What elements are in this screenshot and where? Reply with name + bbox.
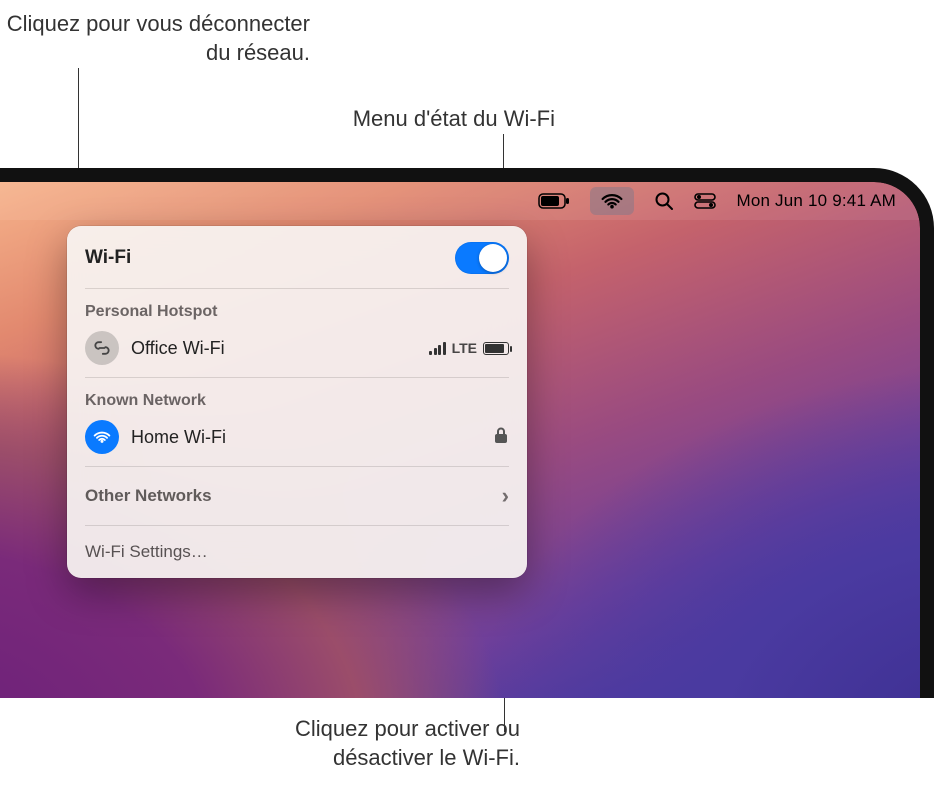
hotspot-icon	[85, 331, 119, 365]
wifi-title: Wi-Fi	[85, 247, 131, 269]
personal-hotspot-label: Personal Hotspot	[67, 293, 527, 323]
battery-icon[interactable]	[538, 187, 570, 215]
wifi-toggle-knob	[479, 244, 507, 272]
callout-wifi-toggle: Cliquez pour activer ou désactiver le Wi…	[240, 715, 520, 772]
other-networks-label: Other Networks	[85, 486, 212, 506]
spotlight-search-icon[interactable]	[654, 187, 674, 215]
menubar-datetime[interactable]: Mon Jun 10 9:41 AM	[736, 191, 896, 211]
divider	[85, 377, 509, 378]
lock-icon	[493, 426, 509, 449]
hotspot-battery-icon	[483, 342, 509, 355]
hotspot-status: LTE	[429, 340, 509, 356]
wifi-toggle[interactable]	[455, 242, 509, 274]
cellular-signal-icon	[429, 341, 446, 355]
callout-wifi-status-menu: Menu d'état du Wi-Fi	[310, 105, 555, 134]
device-frame: Mon Jun 10 9:41 AM Wi-Fi Personal Hotspo…	[0, 168, 934, 698]
menubar: Mon Jun 10 9:41 AM	[0, 182, 920, 220]
divider	[85, 466, 509, 467]
hotspot-row[interactable]: Office Wi-Fi LTE	[67, 323, 527, 373]
callout-disconnect: Cliquez pour vous déconnecter du réseau.	[5, 10, 310, 67]
wifi-status-icon[interactable]	[590, 187, 634, 215]
other-networks-row[interactable]: Other Networks ›	[67, 471, 527, 521]
wifi-connected-icon	[85, 420, 119, 454]
desktop-wallpaper: Mon Jun 10 9:41 AM Wi-Fi Personal Hotspo…	[0, 182, 920, 698]
carrier-label: LTE	[452, 340, 477, 356]
hotspot-name: Office Wi-Fi	[131, 338, 417, 359]
wifi-header-row: Wi-Fi	[67, 232, 527, 284]
known-network-label: Known Network	[67, 382, 527, 412]
divider	[85, 525, 509, 526]
known-network-name: Home Wi-Fi	[131, 427, 481, 448]
known-network-row[interactable]: Home Wi-Fi	[67, 412, 527, 462]
wifi-settings-row[interactable]: Wi-Fi Settings…	[67, 530, 527, 572]
wifi-menu-panel: Wi-Fi Personal Hotspot Office Wi-Fi	[67, 226, 527, 578]
wifi-settings-label: Wi-Fi Settings…	[85, 542, 208, 561]
control-center-icon[interactable]	[694, 187, 716, 215]
chevron-right-icon: ›	[502, 483, 509, 509]
divider	[85, 288, 509, 289]
